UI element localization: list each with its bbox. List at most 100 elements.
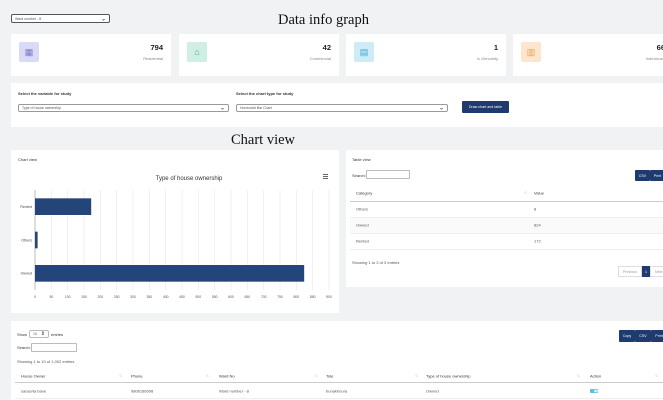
pagination-previous[interactable]: Previous [618, 266, 642, 277]
x-tick-label: 250 [114, 295, 120, 299]
stat-label: Ix Genuinity [476, 56, 498, 61]
chevron-down-icon: ⇕ [40, 331, 45, 337]
table-row: Rented 172 [350, 234, 663, 250]
x-tick-label: 800 [293, 295, 299, 299]
column-header-value[interactable]: Value [534, 191, 544, 196]
x-tick-label: 850 [310, 295, 316, 299]
entries-select-value: 10 [33, 332, 37, 336]
category-label: Owned [21, 272, 32, 276]
chart-type-label: Select the chart type for study [236, 91, 294, 96]
variable-select-value: Type of house ownership [22, 106, 61, 110]
stat-card: ⌂ 42 Commercial [179, 34, 339, 76]
bar-chart: Type of house ownership Rented Others Owne… [20, 174, 332, 299]
bar-owned[interactable] [35, 265, 305, 282]
list-cell-ownership: Owned [426, 388, 439, 394]
ward-select-value: Ward number - 8 [15, 16, 42, 21]
stat-label: Ind/mixuse [645, 56, 663, 61]
sort-icon[interactable]: ⇅ [655, 374, 658, 378]
list-copy-button[interactable]: Copy [619, 330, 635, 342]
list-search-input[interactable] [31, 343, 77, 352]
page-title: Data info graph [278, 12, 369, 28]
pagination-page-1[interactable]: 1 [641, 266, 650, 277]
chevron-down-icon: ⌄ [219, 105, 225, 112]
column-header-ward[interactable]: Ward No [219, 373, 235, 378]
list-cell-tole: bunakhoora [326, 388, 348, 394]
list-cell-ward: Ward number - 8 [219, 388, 249, 394]
x-tick-label: 300 [130, 295, 136, 299]
column-header-category[interactable]: Category [356, 191, 372, 196]
x-tick-label: 200 [97, 295, 103, 299]
entries-select[interactable]: 10 ⇕ [29, 330, 49, 338]
x-tick-label: 700 [261, 295, 267, 299]
chart-panel: Chart view Type of house ownership Rente… [11, 150, 339, 313]
table-search-input[interactable] [366, 170, 410, 179]
variable-select[interactable]: Type of house ownership ⌄ [18, 104, 229, 112]
list-search-label: Search: [17, 345, 31, 350]
sort-icon[interactable]: ⇅ [315, 374, 318, 378]
table-cell-value: 172 [534, 238, 541, 244]
bar-others[interactable] [35, 231, 38, 249]
factory-icon: ▥ [521, 42, 541, 62]
sort-icon[interactable]: ⇅ [577, 374, 580, 378]
list-info: Showing 1 to 10 of 1,002 entries [17, 359, 75, 364]
table-cell-category: Rented [356, 238, 369, 244]
list-print-button[interactable]: Print [651, 330, 663, 342]
x-tick-label: 650 [244, 295, 250, 299]
x-tick-label: 100 [65, 295, 71, 299]
chart-view-heading: Chart view [231, 132, 296, 148]
stat-value: 1 [493, 43, 498, 52]
building-icon: ▦ [19, 42, 39, 62]
list-cell-phone: 9806186098 [131, 388, 154, 394]
table-cell-category: Owned [356, 222, 369, 228]
column-header-phone[interactable]: Phone [131, 373, 143, 378]
sort-icon[interactable]: ⇅ [206, 374, 209, 378]
sort-icon[interactable]: ⇅ [524, 191, 527, 195]
table-info: Showing 1 to 3 of 3 entries [352, 260, 400, 265]
table-panel: Table view Search: CSV Print Category ⇅ … [346, 150, 663, 287]
list-cell-owner: sarasvta bane [21, 388, 47, 394]
column-header-action[interactable]: Action [590, 373, 601, 378]
chevron-down-icon: ⌄ [438, 105, 444, 112]
pagination-next[interactable]: Next [649, 266, 663, 277]
x-tick-label: 550 [212, 295, 218, 299]
ward-select[interactable]: Ward number - 8 ⌄ [11, 14, 110, 23]
study-panel: Select the variable for study Type of ho… [11, 83, 663, 127]
x-tick-label: 500 [195, 295, 201, 299]
stat-label: Residential [143, 56, 163, 61]
table-header-row: Category ⇅ Value [350, 186, 663, 202]
hamburger-icon[interactable] [323, 174, 328, 179]
column-header-owner[interactable]: House Owner [21, 373, 45, 378]
column-header-tole[interactable]: Tole [326, 373, 333, 378]
stat-card: ▥ 66 Ind/mixuse [513, 34, 663, 76]
stat-value: 42 [322, 43, 331, 52]
variable-label: Select the variable for study [18, 91, 72, 96]
x-tick-label: 600 [228, 295, 234, 299]
x-tick-label: 450 [179, 295, 185, 299]
draw-chart-button[interactable]: Draw chart and table [462, 101, 509, 113]
x-tick-label: 750 [277, 295, 283, 299]
view-button[interactable]: ◉ View [590, 389, 601, 393]
table-print-button[interactable]: Print [650, 170, 663, 181]
stat-label: Commercial [309, 56, 331, 61]
table-search-label: Search: [352, 173, 366, 178]
table-cell-category: Others [356, 206, 369, 212]
table-cell-value: 8 [534, 206, 537, 212]
list-header-row: House Owner ⇅ Phone ⇅ Ward No ⇅ Tole ⇅ T… [15, 369, 663, 383]
chevron-down-icon: ⌄ [100, 16, 106, 22]
table-cell-value: 824 [534, 222, 541, 228]
sort-icon[interactable]: ⇅ [119, 374, 122, 378]
column-header-ownership[interactable]: Type of house ownership [426, 373, 470, 378]
x-tick-label: 50 [49, 295, 53, 299]
x-tick-label: 400 [163, 295, 169, 299]
bar-rented[interactable] [35, 198, 92, 215]
list-csv-button[interactable]: CSV [635, 330, 651, 342]
x-tick-label: 350 [146, 295, 152, 299]
show-label: Show [17, 332, 28, 337]
chart-type-select[interactable]: Horizontal Bar Chart ⌄ [236, 104, 448, 112]
list-row: sarasvta bane 9806186098 Ward number - 8… [15, 384, 663, 399]
x-tick-label: 900 [326, 295, 332, 299]
sort-icon[interactable]: ⇅ [415, 374, 418, 378]
table-csv-button[interactable]: CSV [635, 170, 650, 181]
list-table: House Owner ⇅ Phone ⇅ Ward No ⇅ Tole ⇅ T… [15, 369, 663, 400]
stat-value: 66 [656, 43, 663, 52]
